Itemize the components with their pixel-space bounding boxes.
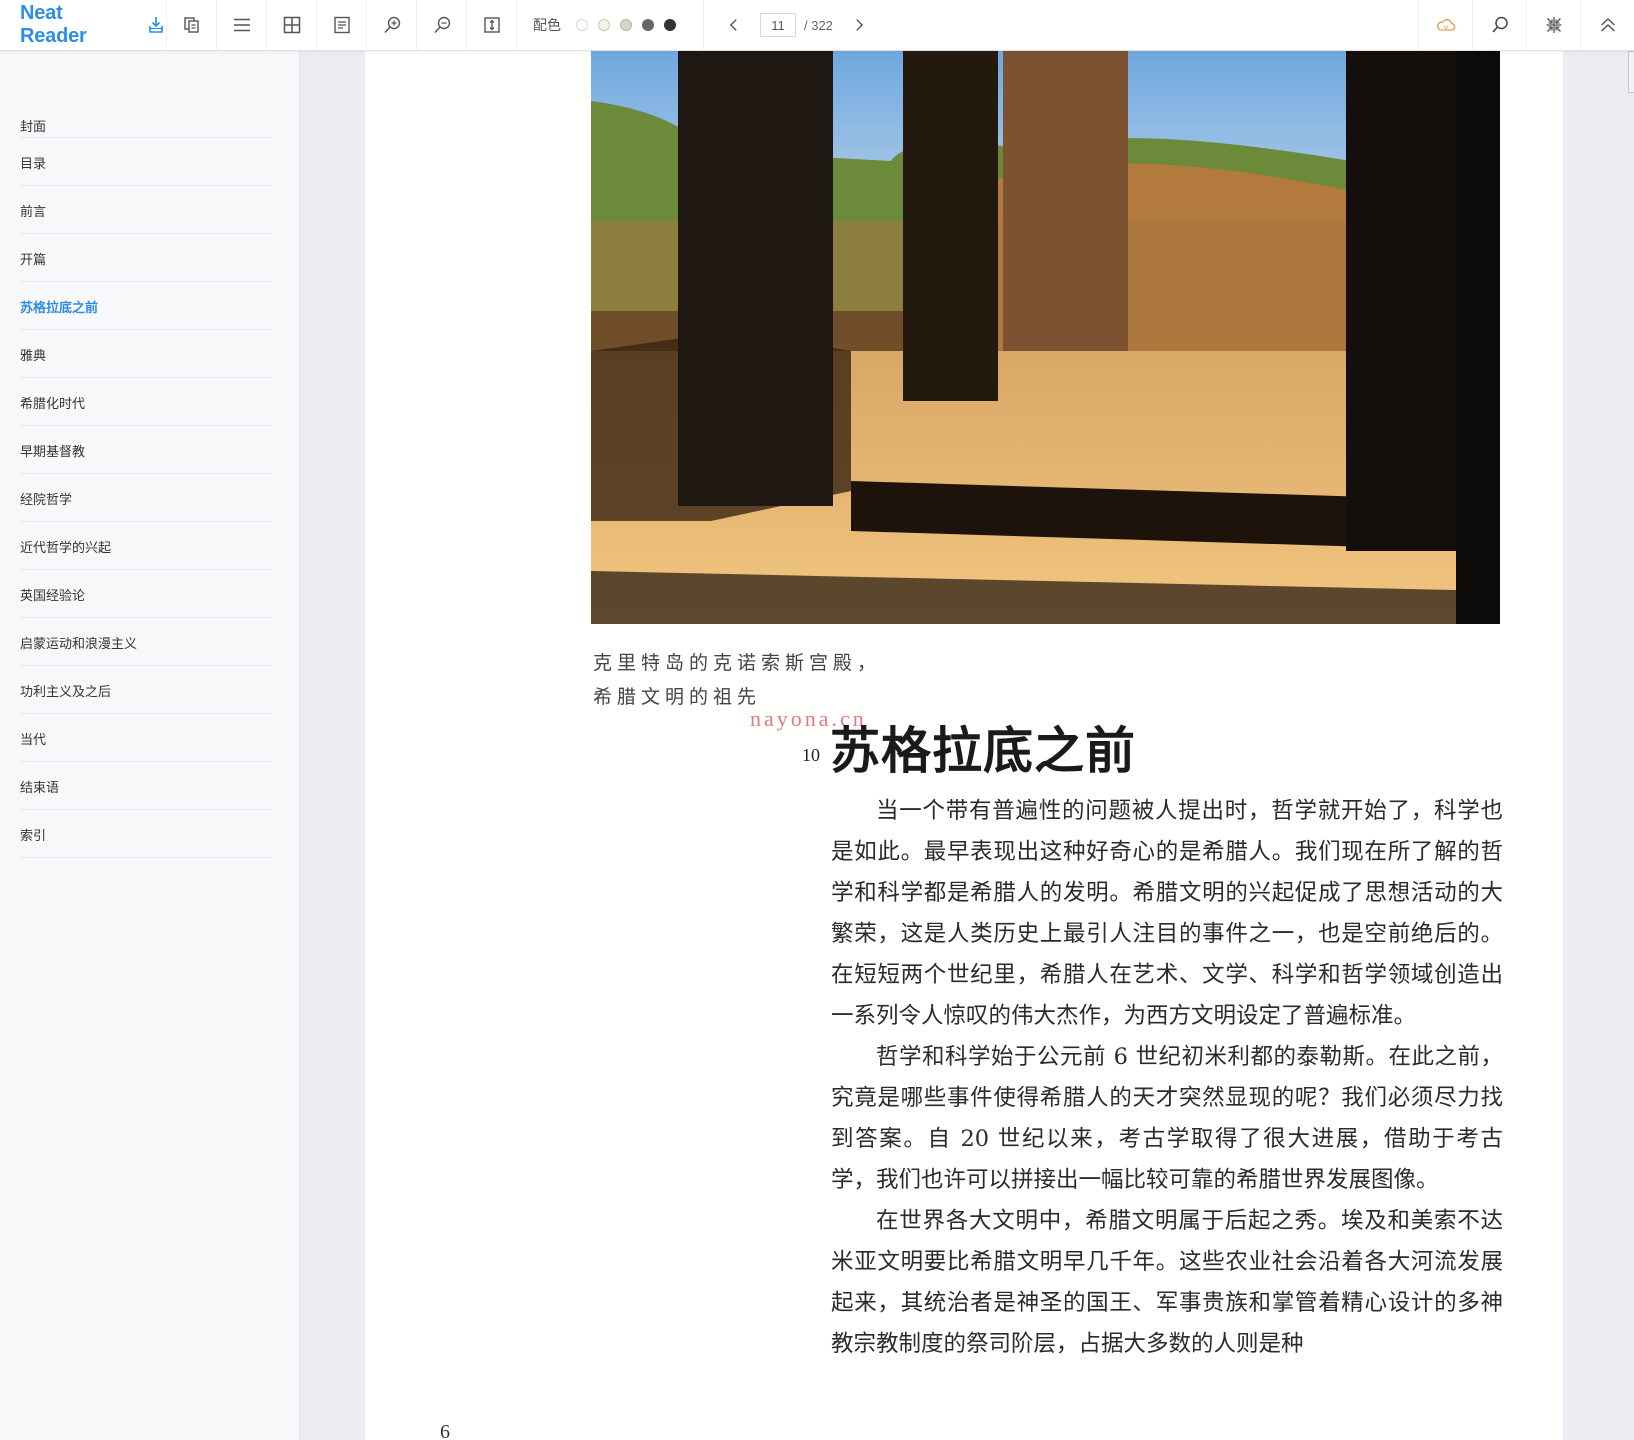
color-scheme-label: 配色 <box>533 18 561 34</box>
paragraph: 哲学和科学始于公元前 6 世纪初米利都的泰勒斯。在此之前，究竟是哪些事件使得希腊… <box>831 1044 1503 1193</box>
toc-item[interactable]: 结束语 <box>20 762 272 810</box>
vertical-scrollbar[interactable] <box>1628 51 1634 1440</box>
notes-button[interactable] <box>317 0 367 50</box>
double-chevron-up-icon <box>1600 17 1615 32</box>
brand: Neat Reader <box>0 0 167 50</box>
zoom-out-button[interactable] <box>417 0 467 50</box>
cloud-sync-button[interactable] <box>1418 0 1472 50</box>
palace-photo <box>591 51 1500 624</box>
toolbar: Neat Reader 配色 11 / 322 <box>0 0 1634 51</box>
library-button[interactable] <box>167 0 217 50</box>
page-folio: 6 <box>440 1421 450 1440</box>
swatch-black[interactable] <box>664 19 676 31</box>
toc-item[interactable]: 近代哲学的兴起 <box>20 522 272 570</box>
toc-item[interactable]: 目录 <box>20 138 272 186</box>
swatch-cream[interactable] <box>598 19 610 31</box>
toc-sidebar: 封面 目录 前言 开篇 苏格拉底之前 雅典 希腊化时代 早期基督教 经院哲学 近代哲学的兴起 英国经… <box>0 51 300 1440</box>
search-button[interactable] <box>1472 0 1526 50</box>
toc-item[interactable]: 索引 <box>20 810 272 858</box>
swatch-gray-dark[interactable] <box>642 19 654 31</box>
toc-item[interactable]: 苏格拉底之前 <box>20 282 272 330</box>
scroll-top-button[interactable] <box>1580 0 1634 50</box>
swatch-gray-light[interactable] <box>620 19 632 31</box>
toc-item[interactable]: 雅典 <box>20 330 272 378</box>
cloud-icon <box>1436 18 1455 31</box>
toolbar-right <box>1418 0 1634 50</box>
toc-item[interactable]: 经院哲学 <box>20 474 272 522</box>
fit-height-button[interactable] <box>467 0 517 50</box>
toc-item[interactable]: 功利主义及之后 <box>20 666 272 714</box>
toc-item[interactable]: 封面 <box>20 114 272 138</box>
compress-icon <box>1546 17 1561 33</box>
book-page: 克里特岛的克诺索斯宫殿， 希腊文明的祖先 nayona.cn 10 苏格拉底之前… <box>365 51 1563 1440</box>
page-navigator: 11 / 322 <box>704 0 869 50</box>
photo-caption: 克里特岛的克诺索斯宫殿， 希腊文明的祖先 <box>593 646 881 714</box>
page-total: / 322 <box>804 17 833 33</box>
color-scheme-picker: 配色 <box>517 0 704 50</box>
paragraph: 在世界各大文明中，希腊文明属于后起之秀。埃及和美索不达米亚文明要比希腊文明早几千… <box>831 1208 1503 1357</box>
import-icon[interactable] <box>146 15 166 35</box>
zoom-out-icon <box>433 16 450 34</box>
paragraph: 当一个带有普遍性的问题被人提出时，哲学就开始了，科学也是如此。最早表现出这种好奇… <box>831 798 1503 1029</box>
toc-item[interactable]: 希腊化时代 <box>20 378 272 426</box>
toc-item[interactable]: 英国经验论 <box>20 570 272 618</box>
reader-viewport[interactable]: 克里特岛的克诺索斯宫殿， 希腊文明的祖先 nayona.cn 10 苏格拉底之前… <box>300 51 1634 1440</box>
caption-line: 克里特岛的克诺索斯宫殿， <box>593 652 882 674</box>
page-number-input[interactable]: 11 <box>760 13 796 37</box>
chapter-title: 苏格拉底之前 <box>830 721 1136 780</box>
zoom-in-button[interactable] <box>367 0 417 50</box>
chevron-right-icon <box>856 19 864 31</box>
toc-list: 封面 目录 前言 开篇 苏格拉底之前 雅典 希腊化时代 早期基督教 经院哲学 近代哲学的兴起 英国经… <box>20 114 272 858</box>
layout-button[interactable] <box>267 0 317 50</box>
fit-height-icon <box>483 17 500 33</box>
chapter-number: 10 <box>802 745 820 765</box>
search-icon <box>1491 16 1508 33</box>
chapter-body: 当一个带有普遍性的问题被人提出时，哲学就开始了，科学也是如此。最早表现出这种好奇… <box>831 791 1503 1365</box>
toc-button[interactable] <box>217 0 267 50</box>
zoom-in-icon <box>383 16 400 34</box>
document-icon <box>333 16 350 34</box>
toc-item[interactable]: 前言 <box>20 186 272 234</box>
prev-page-button[interactable] <box>724 15 744 35</box>
next-page-button[interactable] <box>849 15 869 35</box>
copy-icon <box>183 17 199 33</box>
app-title: Neat Reader <box>20 2 87 47</box>
scrollbar-thumb[interactable] <box>1628 51 1634 93</box>
collapse-button[interactable] <box>1526 0 1580 50</box>
menu-icon <box>233 18 250 32</box>
grid-icon <box>283 16 300 34</box>
swatch-white[interactable] <box>576 19 588 31</box>
toc-item[interactable]: 早期基督教 <box>20 426 272 474</box>
toc-item[interactable]: 当代 <box>20 714 272 762</box>
toc-item[interactable]: 开篇 <box>20 234 272 282</box>
toc-item[interactable]: 启蒙运动和浪漫主义 <box>20 618 272 666</box>
chevron-left-icon <box>729 19 737 31</box>
